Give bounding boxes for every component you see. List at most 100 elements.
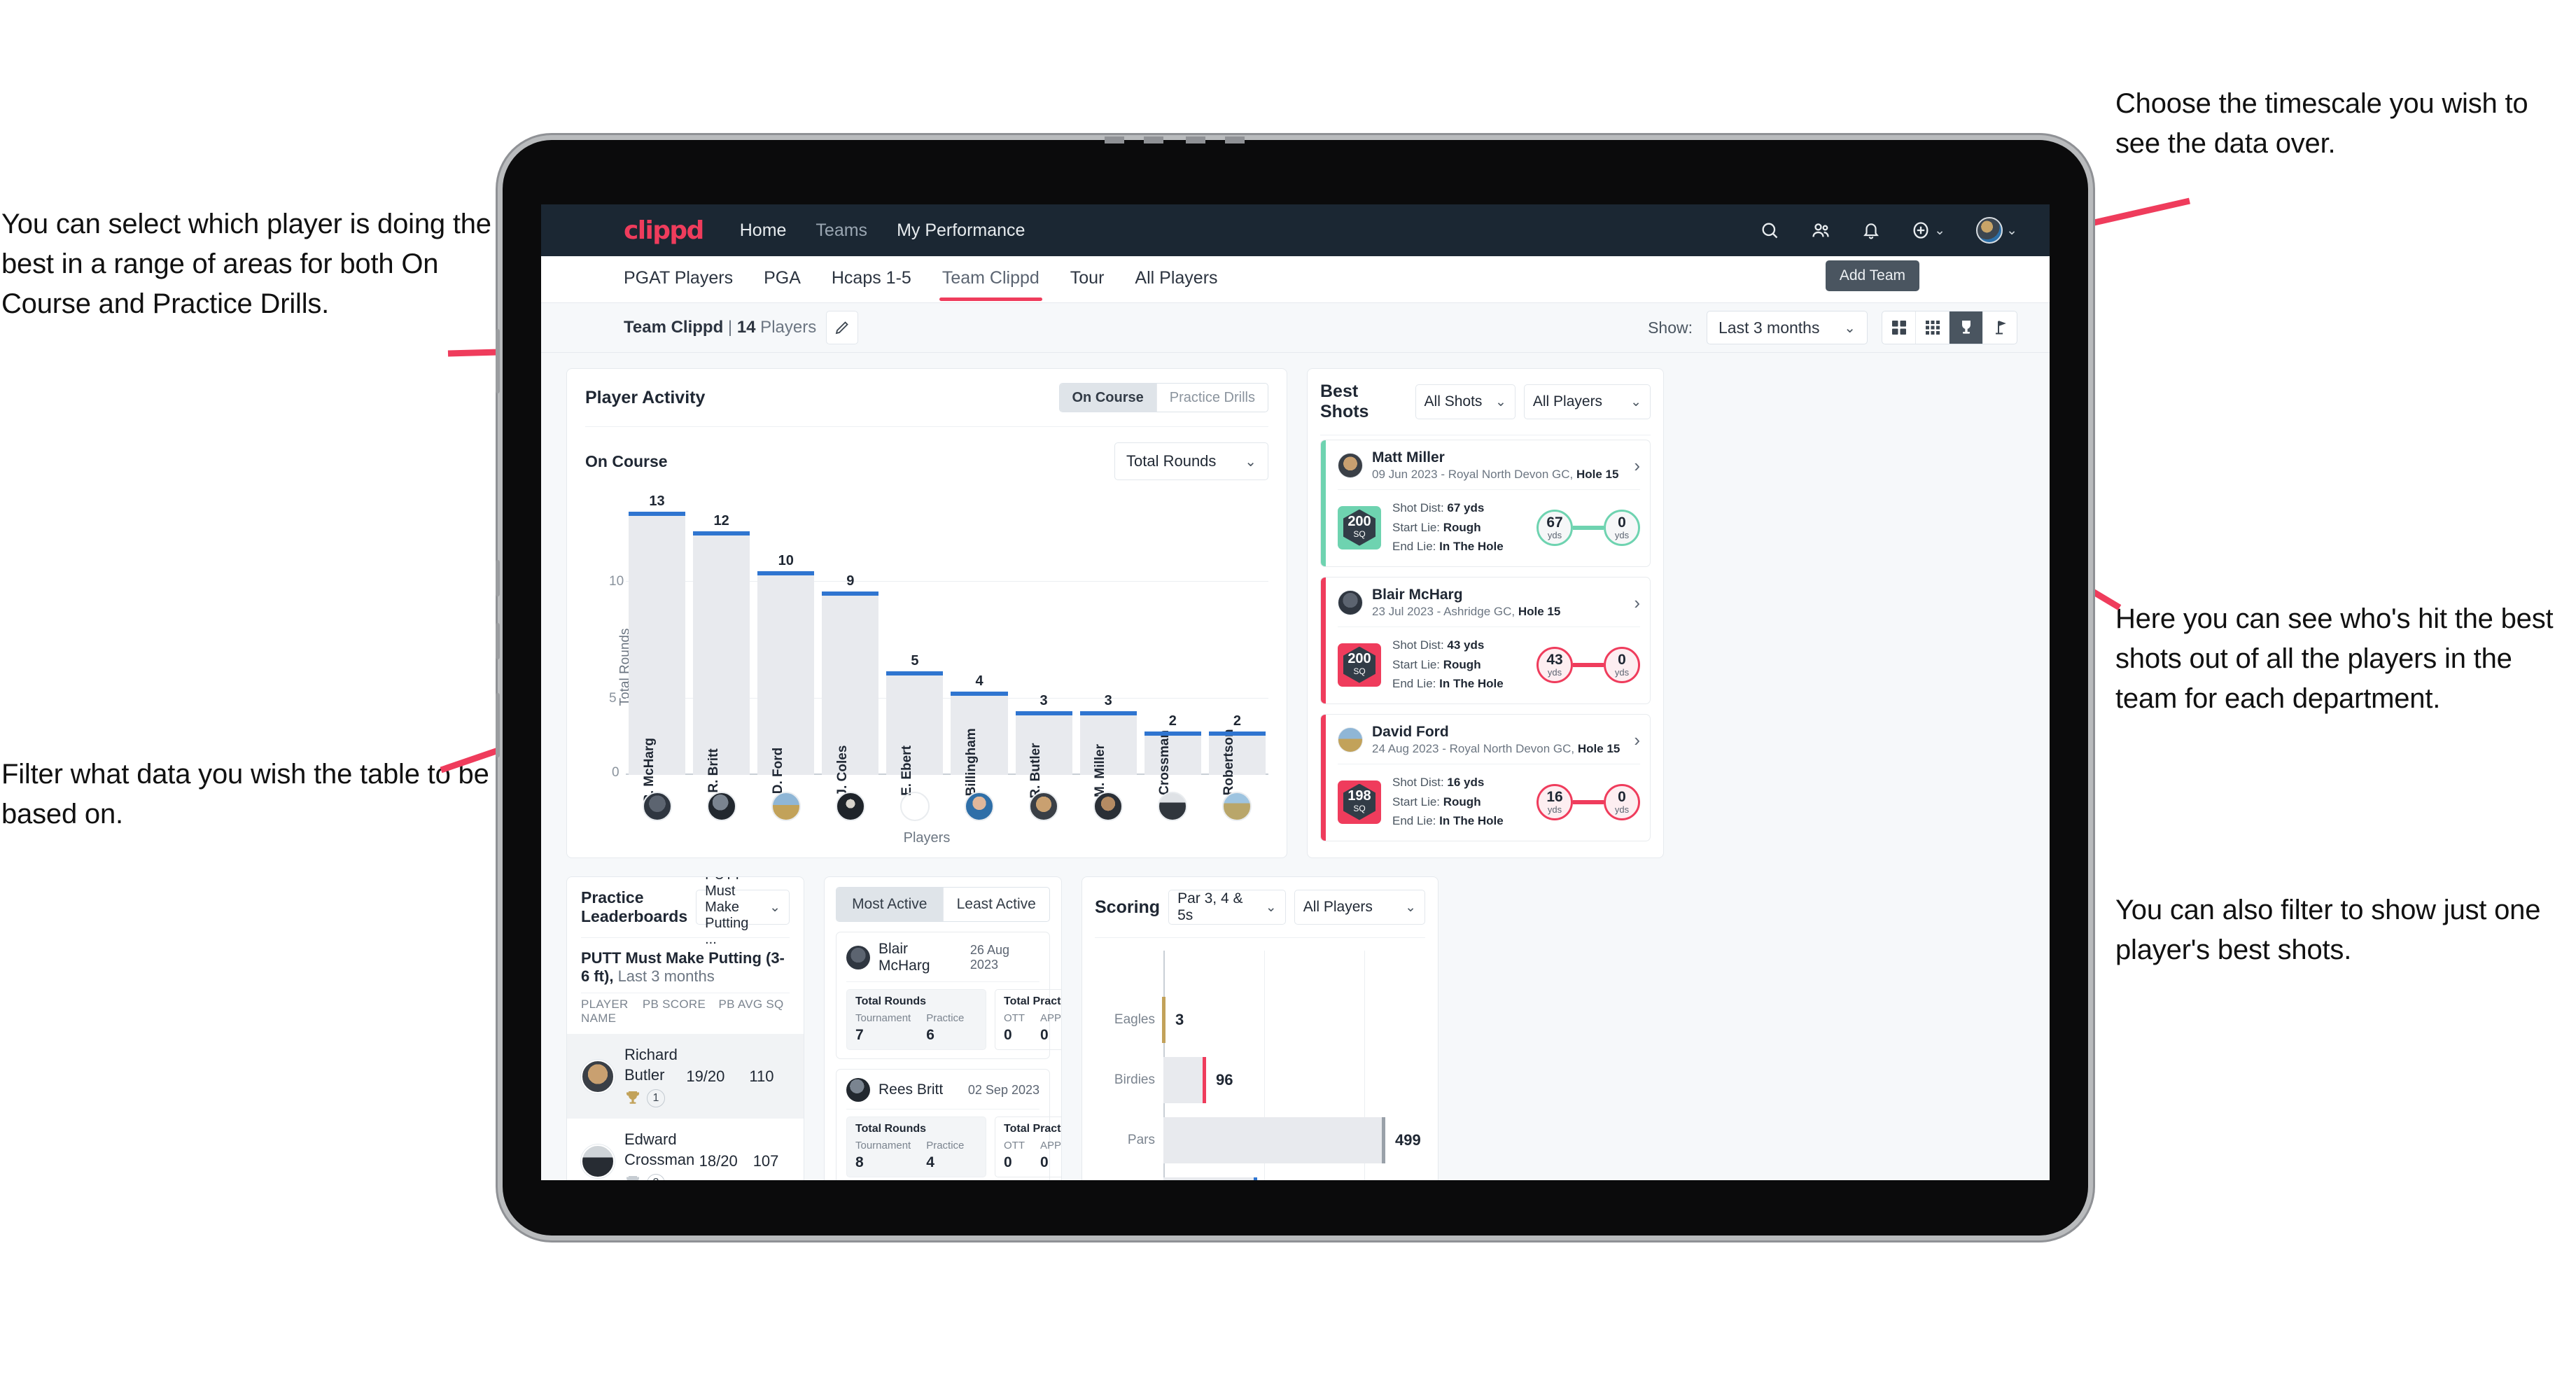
player-avatar[interactable] [899,792,930,821]
nav-home[interactable]: Home [740,220,787,241]
bar-label: M. Miller [1093,743,1108,798]
nav-teams[interactable]: Teams [816,220,867,241]
flag-icon[interactable] [1983,312,2017,344]
best-shot-item[interactable]: Matt Miller 09 Jun 2023 - Royal North De… [1320,440,1651,567]
bar-value: 13 [649,493,665,509]
activity-player-card[interactable]: Blair McHarg 26 Aug 2023 Total Rounds To… [836,932,1061,1059]
nav-right-icons: ⌄ ⌄ [1760,217,2017,244]
search-icon[interactable] [1760,220,1779,240]
tab-pga[interactable]: PGA [764,268,801,291]
shot-score: 198 [1348,788,1371,804]
tab-all-players[interactable]: All Players [1135,268,1217,291]
section-tabs: PGAT Players PGA Hcaps 1-5 Team Clippd T… [541,256,2050,302]
dashboard-row-2: Practice Leaderboards PUTT Must Make Put… [566,876,2024,1180]
activity-date: 26 Aug 2023 [969,943,1009,972]
rank-badge: 2 [647,1174,665,1180]
activity-player-card[interactable]: Rees Britt 02 Sep 2023 Total Rounds Tour… [836,1069,1061,1180]
stat-value: 0 [1004,1154,1012,1170]
people-icon[interactable] [1810,220,1831,240]
tab-hcaps-1-5[interactable]: Hcaps 1-5 [832,268,911,291]
stat-value: 0 [1040,1154,1049,1170]
timescale-dropdown[interactable]: Last 3 months ⌄ [1707,311,1868,344]
plus-circle-icon[interactable]: ⌄ [1911,220,1945,240]
stat-value: 7 [855,1027,864,1043]
row-player-name: Richard Butler [624,1046,678,1084]
drill-dropdown[interactable]: PUTT Must Make Putting ... ⌄ [696,877,790,947]
y-tick-5: 5 [609,691,617,706]
tab-least-active[interactable]: Least Active [942,888,1050,921]
bell-icon[interactable] [1862,220,1880,240]
player-avatar[interactable] [965,792,995,821]
bar-item: 4 D. Billingham [951,504,1008,813]
team-name: Team Clippd [624,318,724,337]
bar-item: 5 E. Ebert [886,504,944,796]
player-avatar[interactable] [1158,792,1188,821]
segment-on-course[interactable]: On Course [1059,384,1156,412]
scoring-title: Scoring [1095,897,1161,917]
avatar[interactable]: ⌄ [1976,217,2017,244]
total-practice-title: Total Practice Activities [1004,1123,1061,1135]
shot-type-dropdown[interactable]: All Shots ⌄ [1415,384,1516,419]
add-team-tooltip: Add Team [1825,260,1919,291]
drill-period: Last 3 months [613,967,715,985]
shot-score: 200 [1348,514,1371,530]
scoring-player-dropdown[interactable]: All Players ⌄ [1294,890,1425,925]
chevron-right-icon[interactable]: › [1634,592,1640,614]
bar-value: 2 [1233,713,1241,729]
best-shots-player-dropdown[interactable]: All Players ⌄ [1523,384,1651,419]
table-row[interactable]: Edward Crossman 2 [567,1119,804,1180]
chevron-down-icon: ⌄ [1265,899,1277,915]
stat-value: 4 [926,1154,934,1170]
player-avatar[interactable] [706,792,736,821]
table-header: PLAYER NAME PB SCORE PB AVG SQ [567,993,804,1034]
stat-value: 0 [1004,1027,1012,1043]
shot-score: 200 [1348,651,1371,667]
tab-pgat-players[interactable]: PGAT Players [624,268,733,291]
activity-tabs: Most Active Least Active [836,887,1050,922]
side-button-2 [496,560,500,596]
subbar-right: Show: Last 3 months ⌄ [1648,311,2017,344]
players-word: Players [755,318,817,337]
dashboard-row-1: Player Activity On Course Practice Drill… [566,368,2024,858]
shot-details: Shot Dist: 67 yds Start Lie: Rough End L… [1392,501,1504,554]
total-practice-title: Total Practice Activities [1004,995,1061,1007]
tab-tour[interactable]: Tour [1070,268,1105,291]
player-avatar[interactable] [1222,792,1252,821]
edit-team-button[interactable] [826,311,859,344]
stat-label: OTT [1004,1140,1025,1152]
player-avatar[interactable] [835,792,865,821]
avatar [1338,590,1363,616]
grid-large-icon[interactable] [1882,312,1916,344]
player-avatar[interactable] [771,792,801,821]
best-shot-item[interactable]: David Ford 24 Aug 2023 - Royal North Dev… [1320,713,1651,841]
row-pb-score: 19/20 [686,1067,725,1085]
best-shot-item[interactable]: Blair McHarg 23 Jul 2023 - Ashridge GC, … [1320,576,1651,704]
chevron-right-icon[interactable]: › [1634,455,1640,477]
clippd-logo[interactable]: clippd [624,216,704,245]
col-pb-score: PB SCORE [642,997,706,1011]
trophy-icon[interactable] [1949,312,1983,344]
metric-dropdown[interactable]: Total Rounds ⌄ [1114,442,1268,480]
shot-player-name: Matt Miller [1372,449,1445,465]
player-avatar[interactable] [1093,792,1124,821]
tablet-frame: clippd Home Teams My Performance ⌄ ⌄ PGA… [496,136,2088,1236]
shot-score-unit: SQ [1353,804,1366,814]
segment-practice-drills[interactable]: Practice Drills [1156,384,1268,412]
chevron-right-icon[interactable]: › [1634,729,1640,751]
bar-value: 5 [911,653,919,669]
best-shots-title: Best Shots [1320,382,1369,421]
grid-small-icon[interactable] [1916,312,1949,344]
table-row[interactable]: Richard Butler 1 19/20 110 [567,1034,804,1119]
tab-most-active[interactable]: Most Active [836,888,943,921]
scoring-label: Pars [1127,1133,1155,1147]
player-avatar[interactable] [642,792,672,821]
player-avatar-row [629,792,1266,821]
tab-team-clippd[interactable]: Team Clippd [939,268,1042,301]
bar-item: 10 D. Ford [757,504,815,794]
par-filter-dropdown[interactable]: Par 3, 4 & 5s ⌄ [1168,890,1286,925]
total-rounds-title: Total Rounds [855,1123,927,1135]
scoring-card: Scoring Par 3, 4 & 5s ⌄ All Players ⌄ Ea… [1082,876,1438,1180]
player-avatar[interactable] [1029,792,1059,821]
bar-item: 12 R. Britt [693,504,750,793]
nav-my-performance[interactable]: My Performance [897,220,1025,241]
